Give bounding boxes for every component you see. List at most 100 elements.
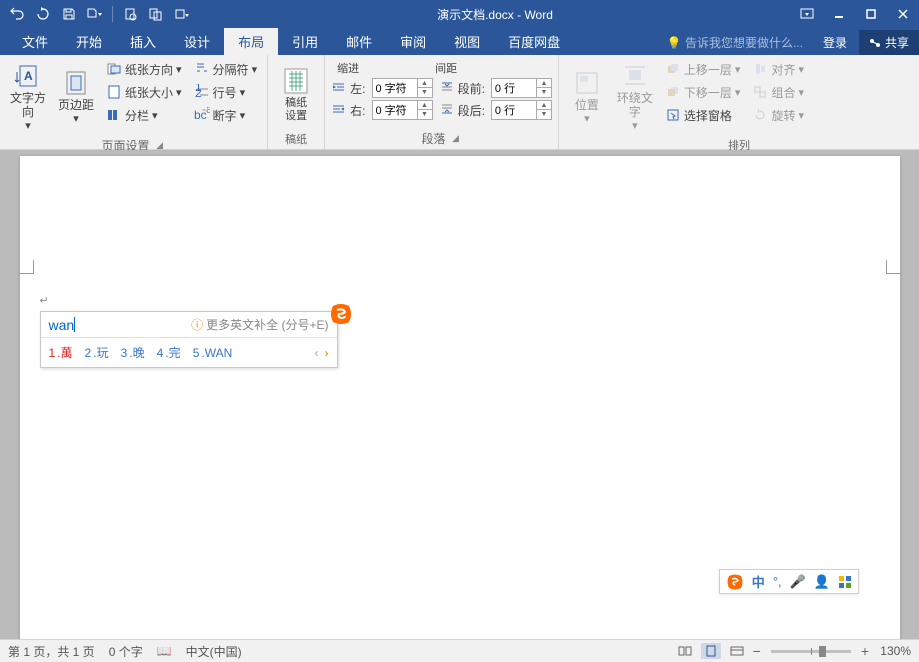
qat-customize[interactable] [171, 3, 193, 25]
ime-candidate-window: wan ⓘ更多英文补全 (分号+E) 1.萬 2.玩 3.晚 4.完 5.WAN… [40, 311, 338, 368]
columns-button[interactable]: 分栏 ▾ [102, 104, 186, 126]
ime-candidate-4[interactable]: 4.完 [157, 344, 181, 361]
indent-right-spinner[interactable]: ▲▼ [372, 100, 433, 120]
title-bar: 演示文档.docx - Word [0, 0, 919, 28]
tab-baidu[interactable]: 百度网盘 [494, 28, 574, 55]
save-dropdown[interactable] [84, 3, 106, 25]
tab-review[interactable]: 审阅 [386, 28, 440, 55]
ime-candidate-2[interactable]: 2.玩 [85, 344, 109, 361]
ime-candidate-1[interactable]: 1.萬 [49, 344, 73, 361]
paragraph-mark: ↵ [40, 294, 49, 307]
tab-view[interactable]: 视图 [440, 28, 494, 55]
undo-button[interactable] [6, 3, 28, 25]
svg-text:A: A [24, 69, 33, 83]
maximize-button[interactable] [855, 0, 887, 28]
ime-toolbar: 中 °, 🎤 👤 [719, 569, 859, 594]
window-title: 演示文档.docx - Word [199, 6, 791, 23]
ime-voice-button[interactable]: 🎤 [790, 574, 806, 590]
ime-next-button[interactable]: › [325, 346, 329, 360]
ime-skin-button[interactable]: 👤 [814, 574, 830, 590]
svg-text:2: 2 [195, 86, 202, 100]
sogou-icon[interactable] [726, 573, 744, 591]
print-preview-button[interactable] [119, 3, 141, 25]
save-button[interactable] [58, 3, 80, 25]
ime-candidate-3[interactable]: 3.晚 [121, 344, 145, 361]
ime-toolbox-button[interactable] [838, 575, 852, 589]
manuscript-button[interactable]: 稿纸 设置 [274, 58, 318, 129]
margins-button[interactable]: 页边距▾ [54, 58, 98, 135]
minimize-button[interactable] [823, 0, 855, 28]
status-words[interactable]: 0 个字 [109, 643, 143, 660]
tab-home[interactable]: 开始 [62, 28, 116, 55]
ime-prev-button[interactable]: ‹ [315, 346, 319, 360]
position-button: 位置▾ [565, 58, 609, 135]
bring-forward-button: 上移一层 ▾ [661, 58, 745, 80]
tab-layout[interactable]: 布局 [224, 28, 278, 55]
spacing-before-spinner[interactable]: ▲▼ [491, 78, 552, 98]
spacing-header: 间距 [435, 60, 457, 76]
group-objects-button: 组合 ▾ [748, 81, 808, 103]
ime-candidates: 1.萬 2.玩 3.晚 4.完 5.WAN ‹ › [41, 338, 337, 367]
line-numbers-button[interactable]: 12行号 ▾ [190, 81, 262, 103]
zoom-in-button[interactable]: + [861, 643, 869, 659]
status-page[interactable]: 第 1 页，共 1 页 [8, 643, 95, 660]
hyphenation-button[interactable]: bc-a断字 ▾ [190, 104, 262, 126]
rotate-button: 旋转 ▾ [748, 104, 808, 126]
view-read-button[interactable] [675, 643, 695, 659]
document-area[interactable]: ↵ wan ⓘ更多英文补全 (分号+E) 1.萬 2.玩 3.晚 4.完 5.W… [0, 150, 919, 639]
align-button: 对齐 ▾ [748, 58, 808, 80]
ime-hint[interactable]: ⓘ更多英文补全 (分号+E) [191, 316, 328, 333]
status-language[interactable]: 中文(中国) [186, 643, 242, 660]
spacing-after-icon [439, 101, 455, 117]
tab-file[interactable]: 文件 [8, 28, 62, 55]
ime-punct-toggle[interactable]: °, [773, 574, 782, 589]
svg-text:-a: -a [202, 107, 210, 116]
text-direction-button[interactable]: A 文字方向▾ [6, 58, 50, 135]
qat-button[interactable] [145, 3, 167, 25]
selection-pane-button[interactable]: 选择窗格 [661, 104, 745, 126]
paragraph-launcher[interactable]: ◢ [450, 133, 462, 145]
send-backward-button: 下移一层 ▾ [661, 81, 745, 103]
zoom-out-button[interactable]: − [753, 643, 761, 659]
group-arrange: 位置▾ 环绕文字▾ 上移一层 ▾ 下移一层 ▾ 选择窗格 对齐 ▾ 组合 ▾ 旋… [559, 55, 919, 149]
login-button[interactable]: 登录 [811, 30, 859, 55]
ribbon: A 文字方向▾ 页边距▾ 纸张方向 ▾ 纸张大小 ▾ 分栏 ▾ 分隔符 ▾ 12… [0, 55, 919, 150]
redo-button[interactable] [32, 3, 54, 25]
group-manuscript: 稿纸 设置 稿纸 [268, 55, 325, 149]
breaks-button[interactable]: 分隔符 ▾ [190, 58, 262, 80]
indent-left-spinner[interactable]: ▲▼ [372, 78, 433, 98]
status-bar: 第 1 页，共 1 页 0 个字 📖 中文(中国) − + 130% [0, 639, 919, 662]
indent-right-icon [331, 101, 347, 117]
tell-me-input[interactable]: 💡 告诉我您想要做什么... [659, 34, 811, 51]
status-proofing-icon[interactable]: 📖 [157, 644, 172, 658]
tab-design[interactable]: 设计 [170, 28, 224, 55]
quick-access-toolbar [0, 3, 199, 25]
wrap-text-button: 环绕文字▾ [613, 58, 657, 135]
ime-input-text: wan [49, 317, 75, 333]
close-button[interactable] [887, 0, 919, 28]
size-button[interactable]: 纸张大小 ▾ [102, 81, 186, 103]
spacing-before-icon [439, 79, 455, 95]
ribbon-options-button[interactable] [791, 0, 823, 28]
orientation-button[interactable]: 纸张方向 ▾ [102, 58, 186, 80]
group-page-setup: A 文字方向▾ 页边距▾ 纸张方向 ▾ 纸张大小 ▾ 分栏 ▾ 分隔符 ▾ 12… [0, 55, 268, 149]
group-label-manuscript: 稿纸 [274, 129, 318, 149]
document-page[interactable]: ↵ wan ⓘ更多英文补全 (分号+E) 1.萬 2.玩 3.晚 4.完 5.W… [20, 156, 900, 639]
share-button[interactable]: 共享 [859, 30, 919, 55]
indent-header: 缩进 [337, 60, 359, 76]
tab-references[interactable]: 引用 [278, 28, 332, 55]
ime-lang-toggle[interactable]: 中 [752, 572, 765, 591]
group-paragraph: 缩进 间距 左: ▲▼ 段前: ▲▼ 右: ▲▼ 段后: ▲▼ 段落◢ [325, 55, 559, 149]
zoom-slider[interactable] [771, 650, 851, 653]
spacing-after-spinner[interactable]: ▲▼ [491, 100, 552, 120]
indent-left-icon [331, 79, 347, 95]
group-label-paragraph: 段落 [421, 130, 445, 147]
view-print-button[interactable] [701, 643, 721, 659]
tab-insert[interactable]: 插入 [116, 28, 170, 55]
sogou-logo-icon [329, 302, 353, 326]
zoom-level[interactable]: 130% [875, 644, 911, 658]
tab-mailings[interactable]: 邮件 [332, 28, 386, 55]
ribbon-tabs: 文件 开始 插入 设计 布局 引用 邮件 审阅 视图 百度网盘 💡 告诉我您想要… [0, 28, 919, 55]
view-web-button[interactable] [727, 643, 747, 659]
ime-candidate-5[interactable]: 5.WAN [193, 346, 233, 360]
